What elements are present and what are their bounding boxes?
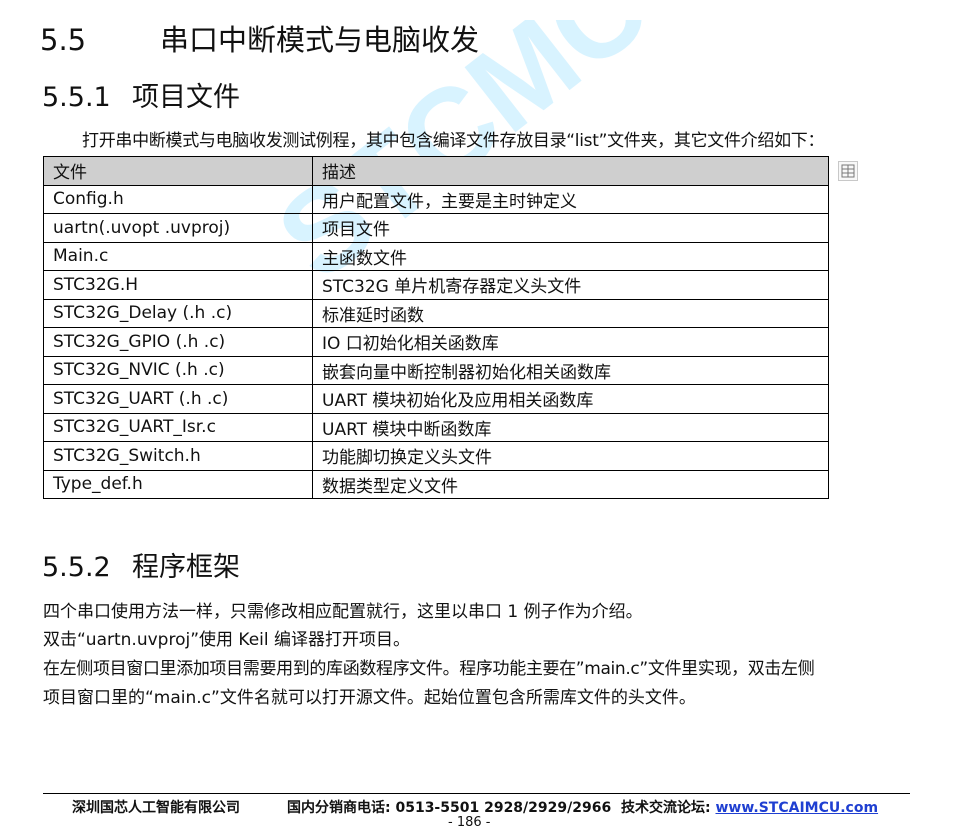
subsection-title: 程序框架 [132, 552, 240, 583]
table-select-handle[interactable] [838, 161, 858, 181]
file-cell: Config.h [43, 184, 313, 214]
table-row: STC32G_Switch.h 功能脚切换定义头文件 [43, 441, 829, 471]
description-cell: 用户配置文件，主要是主时钟定义 [312, 184, 829, 214]
table-row: STC32G_NVIC (.h .c) 嵌套向量中断控制器初始化相关函数库 [43, 355, 829, 385]
description-cell: 数据类型定义文件 [312, 469, 829, 499]
file-cell: uartn(.uvopt .uvproj) [43, 213, 313, 243]
description-cell: 项目文件 [312, 213, 829, 243]
description-cell: 标准延时函数 [312, 298, 829, 328]
subsection-heading: 5.5.2 程序框架 [42, 551, 240, 585]
description-cell: 主函数文件 [312, 241, 829, 271]
table-row: STC32G_Delay (.h .c) 标准延时函数 [43, 298, 829, 328]
file-table: 文件 描述 Config.h 用户配置文件，主要是主时钟定义 uartn(.uvo… [43, 156, 829, 499]
body-paragraph: 双击“uartn.uvproj”使用 Keil 编译器打开项目。 [43, 630, 411, 650]
table-row: STC32G_GPIO (.h .c) IO 口初始化相关函数库 [43, 327, 829, 357]
description-cell: 功能脚切换定义头文件 [312, 441, 829, 471]
file-cell: STC32G_UART (.h .c) [43, 384, 313, 414]
column-header-description: 描述 [312, 156, 829, 186]
table-row: Main.c 主函数文件 [43, 241, 829, 271]
description-cell: IO 口初始化相关函数库 [312, 327, 829, 357]
table-select-icon [841, 164, 855, 178]
file-cell: Main.c [43, 241, 313, 271]
file-cell: STC32G_UART_Isr.c [43, 412, 313, 442]
description-cell: UART 模块初始化及应用相关函数库 [312, 384, 829, 414]
file-cell: STC32G_NVIC (.h .c) [43, 355, 313, 385]
intro-text: 打开串中断模式与电脑收发测试例程，其中包含编译文件存放目录“list”文件夹，其… [82, 131, 825, 151]
table-row: uartn(.uvopt .uvproj) 项目文件 [43, 213, 829, 243]
table-row: Type_def.h 数据类型定义文件 [43, 469, 829, 499]
page-number: - 186 - [448, 815, 491, 830]
footer-divider [43, 793, 910, 794]
body-paragraph: 在左侧项目窗口里添加项目需要用到的库函数程序文件。程序功能主要在”main.c”… [43, 659, 815, 679]
table-header-row: 文件 描述 [43, 156, 829, 186]
subsection-heading: 5.5.1 项目文件 [42, 81, 240, 115]
table-row: STC32G_UART_Isr.c UART 模块中断函数库 [43, 412, 829, 442]
section-number: 5.5 [40, 23, 87, 57]
table-row: Config.h 用户配置文件，主要是主时钟定义 [43, 184, 829, 214]
section-heading: 5.5 串口中断模式与电脑收发 [40, 22, 479, 58]
subsection-number: 5.5.2 [42, 552, 111, 583]
subsection-title: 项目文件 [132, 82, 240, 113]
file-cell: STC32G.H [43, 270, 313, 300]
footer-phone: 国内分销商电话: 0513-5501 2928/2929/2966 [287, 800, 612, 816]
body-paragraph: 四个串口使用方法一样，只需修改相应配置就行，这里以串口 1 例子作为介绍。 [43, 602, 643, 622]
footer-forum-label: 技术交流论坛: [621, 800, 716, 816]
description-cell: UART 模块中断函数库 [312, 412, 829, 442]
column-header-file: 文件 [43, 156, 313, 186]
table-row: STC32G_UART (.h .c) UART 模块初始化及应用相关函数库 [43, 384, 829, 414]
description-cell: STC32G 单片机寄存器定义头文件 [312, 270, 829, 300]
footer-company: 深圳国芯人工智能有限公司 [72, 800, 240, 816]
file-cell: STC32G_Delay (.h .c) [43, 298, 313, 328]
section-title: 串口中断模式与电脑收发 [160, 23, 480, 57]
footer-forum-link[interactable]: www.STCAIMCU.com [715, 800, 878, 816]
file-cell: STC32G_GPIO (.h .c) [43, 327, 313, 357]
body-paragraph: 项目窗口里的“main.c”文件名就可以打开源文件。起始位置包含所需库文件的头文… [43, 688, 696, 708]
table-row: STC32G.H STC32G 单片机寄存器定义头文件 [43, 270, 829, 300]
footer-forum: 技术交流论坛: www.STCAIMCU.com [621, 797, 878, 817]
file-cell: Type_def.h [43, 469, 313, 499]
description-cell: 嵌套向量中断控制器初始化相关函数库 [312, 355, 829, 385]
file-cell: STC32G_Switch.h [43, 441, 313, 471]
subsection-number: 5.5.1 [42, 82, 111, 113]
